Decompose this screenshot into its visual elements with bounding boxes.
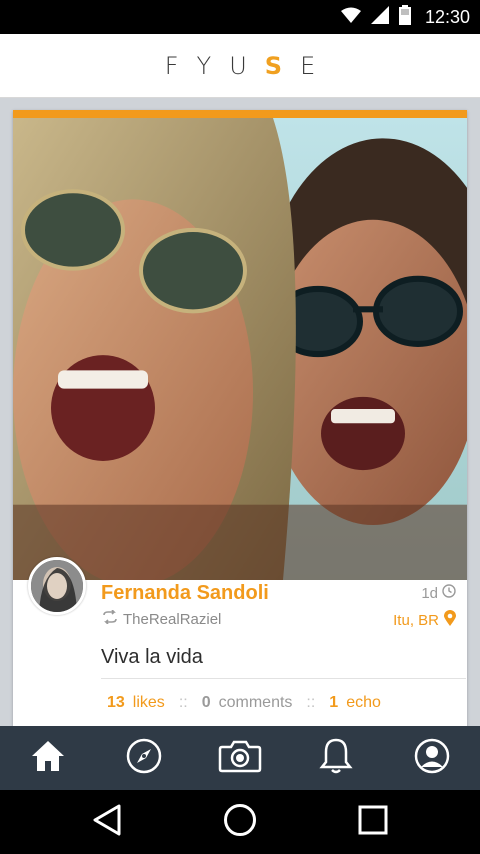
comments-count[interactable]: 0 [202, 694, 211, 712]
echo-icon [101, 609, 119, 628]
status-time: 12:30 [424, 6, 470, 27]
time-ago-text: 1d [421, 584, 438, 602]
echoed-by-username: TheRealRaziel [123, 610, 222, 628]
echo-count[interactable]: 1 [329, 694, 338, 712]
explore-compass-icon [126, 738, 162, 779]
likes-label[interactable]: likes [133, 694, 165, 712]
logo-text-post: E [300, 51, 334, 80]
divider [101, 678, 466, 679]
system-nav-bar [0, 790, 480, 854]
home-icon [30, 739, 66, 778]
nav-explore[interactable] [114, 728, 174, 788]
app-logo[interactable]: FYU S E [147, 52, 334, 80]
echo-label[interactable]: echo [346, 694, 381, 712]
post-stats: 13 likes :: 0 comments :: 1 echo [107, 694, 381, 712]
post-time: 1d [421, 584, 456, 602]
notifications-bell-icon [319, 737, 353, 780]
home-circle-icon [223, 803, 257, 842]
stats-separator: :: [306, 694, 316, 711]
likes-count[interactable]: 13 [107, 694, 125, 712]
comments-label[interactable]: comments [219, 694, 293, 712]
system-home-button[interactable] [210, 792, 270, 852]
status-bar: 12:30 [0, 0, 480, 34]
system-back-button[interactable] [77, 792, 137, 852]
wifi-icon [340, 7, 361, 28]
camera-icon [218, 739, 262, 778]
nav-home[interactable] [18, 728, 78, 788]
recents-square-icon [358, 805, 388, 840]
stats-separator: :: [178, 694, 188, 711]
author-name[interactable]: Fernanda Sandoli [101, 582, 269, 605]
post-location[interactable]: Itu, BR [393, 610, 456, 630]
system-recents-button[interactable] [343, 792, 403, 852]
logo-text-accent: S [264, 51, 301, 80]
bottom-nav [0, 726, 480, 790]
logo-text-pre: FYU [164, 51, 265, 80]
clock-icon [442, 584, 456, 602]
author-avatar[interactable] [28, 557, 86, 615]
nav-profile[interactable] [402, 728, 462, 788]
echoed-by-row[interactable]: TheRealRaziel [101, 609, 222, 628]
battery-icon [398, 4, 411, 30]
cell-signal-icon [370, 5, 389, 29]
profile-icon [414, 738, 450, 779]
app-header: FYU S E [0, 34, 480, 98]
location-text: Itu, BR [393, 611, 439, 629]
nav-camera[interactable] [210, 728, 270, 788]
nav-notifications[interactable] [306, 728, 366, 788]
post-card [13, 110, 467, 730]
location-pin-icon [444, 610, 456, 630]
post-caption: Viva la vida [101, 646, 203, 668]
card-accent-bar [13, 110, 467, 118]
back-triangle-icon [91, 803, 123, 842]
